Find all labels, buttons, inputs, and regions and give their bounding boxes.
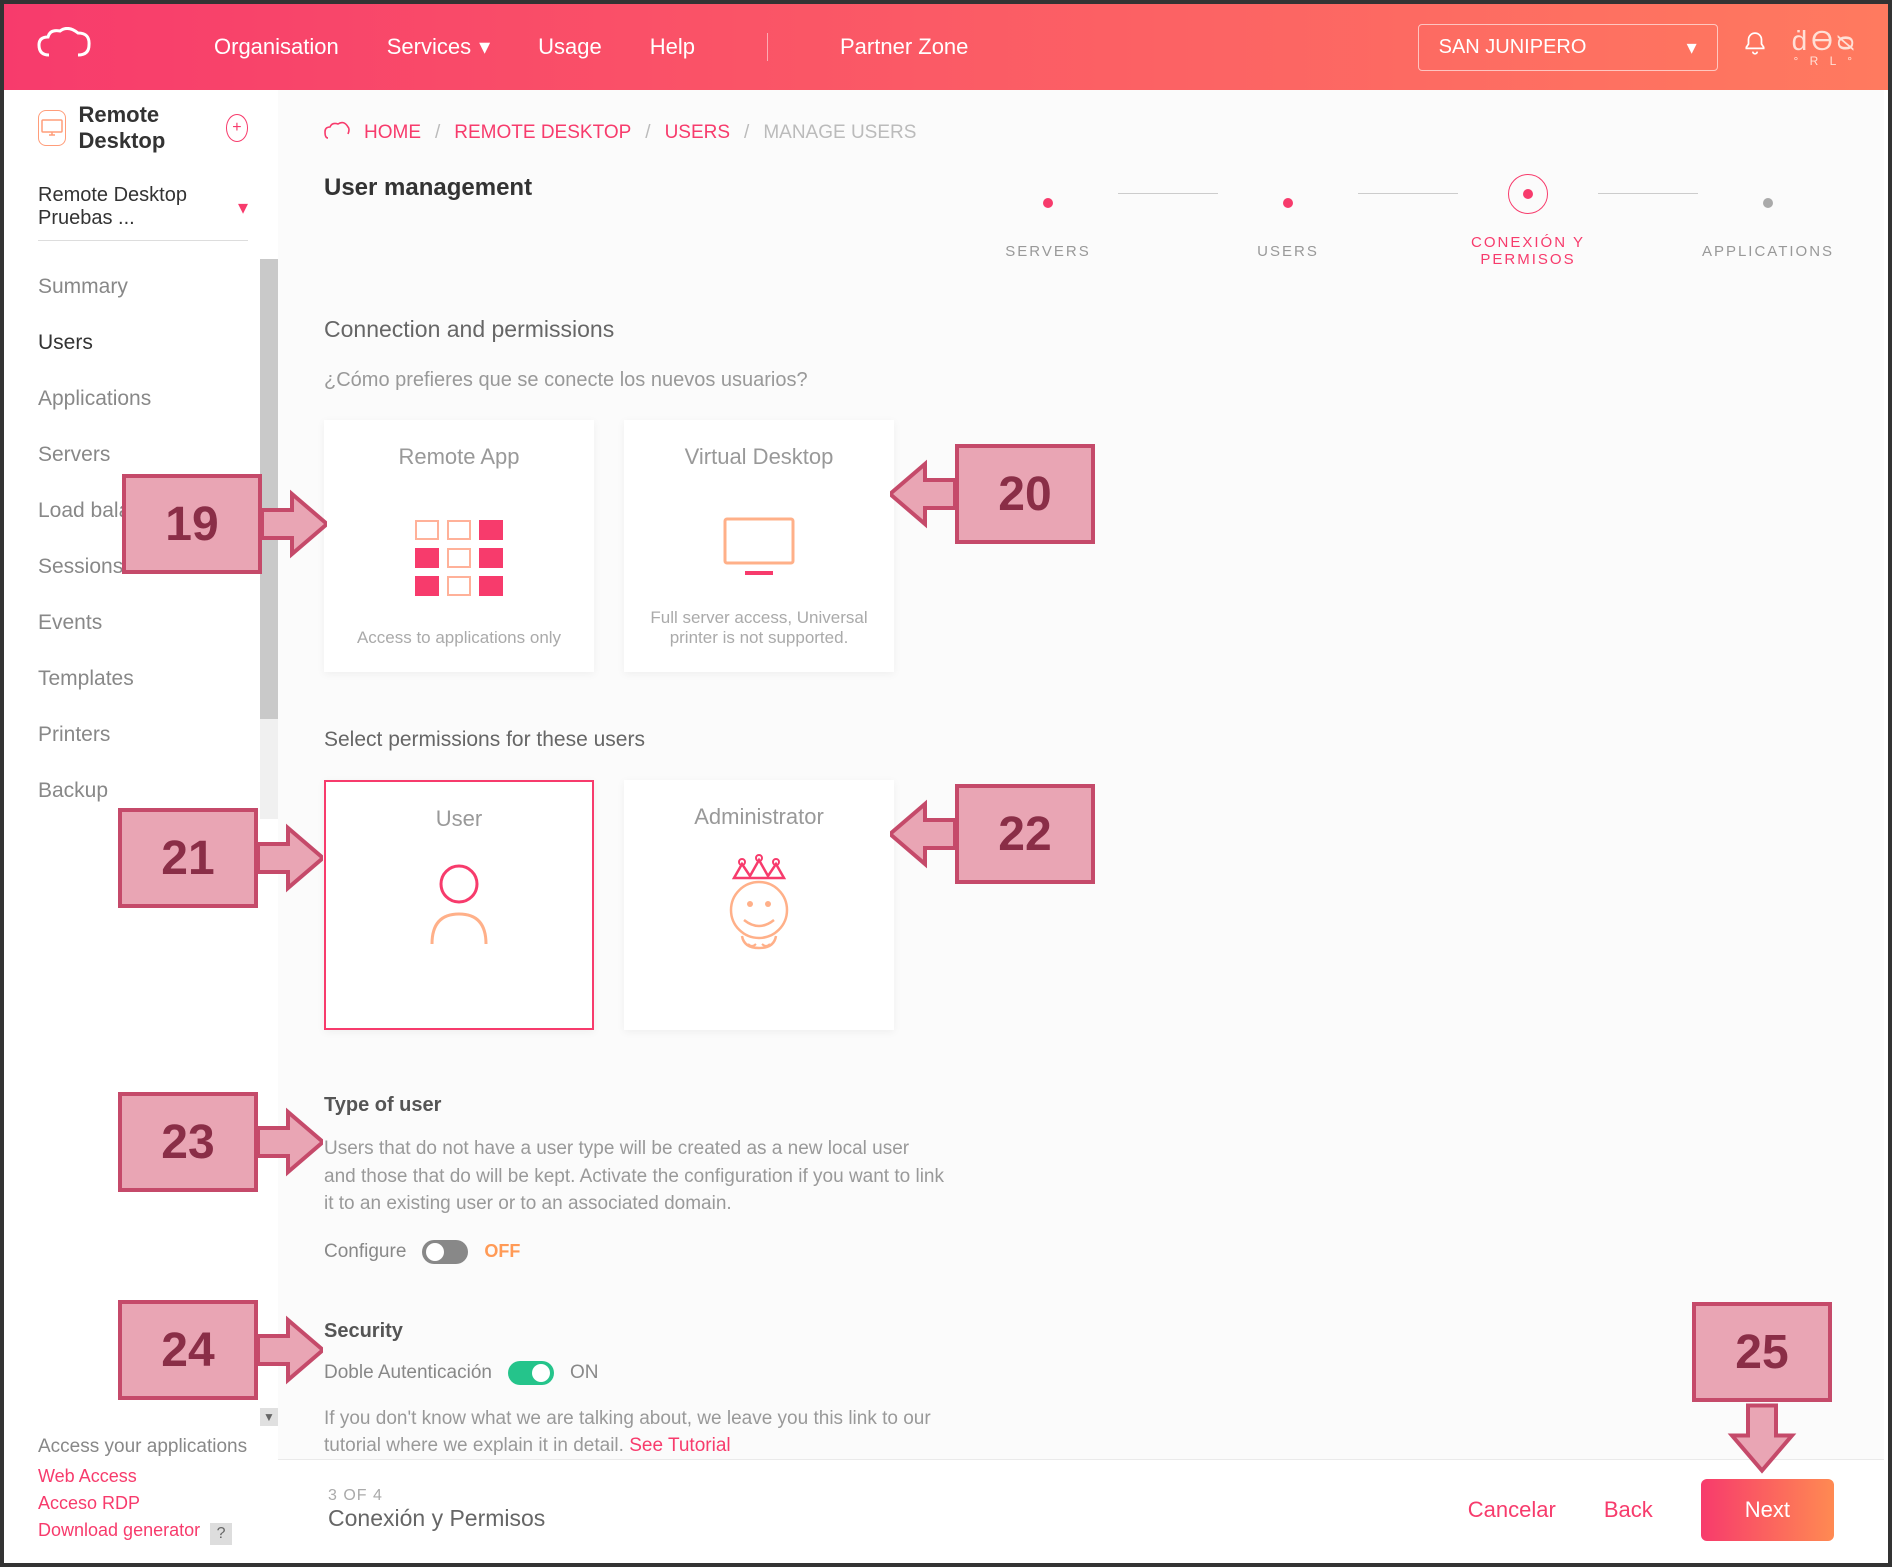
- step-servers: SERVERS: [1005, 243, 1090, 260]
- main-content: HOME / REMOTE DESKTOP / USERS / MANAGE U…: [278, 90, 1884, 1459]
- monitor-icon: [719, 488, 799, 608]
- admin-king-icon: [714, 854, 804, 954]
- user-permission-card[interactable]: User: [324, 780, 594, 1030]
- breadcrumb: HOME / REMOTE DESKTOP / USERS / MANAGE U…: [324, 120, 1838, 146]
- user-perm-title: User: [436, 806, 482, 832]
- remote-app-desc: Access to applications only: [357, 628, 561, 648]
- rdp-access-link[interactable]: Acceso RDP: [38, 1493, 258, 1514]
- configure-label: Configure: [324, 1241, 406, 1263]
- home-icon: [324, 120, 350, 146]
- desktop-icon: [41, 119, 63, 137]
- product-title: Remote Desktop: [78, 102, 213, 154]
- secondary-logo: ḋƟᴓ° R L °: [1792, 27, 1858, 67]
- scroll-down-arrow[interactable]: ▼: [260, 1408, 278, 1426]
- nav-help[interactable]: Help: [650, 34, 695, 60]
- toggle-on-label: ON: [570, 1362, 599, 1384]
- web-access-link[interactable]: Web Access: [38, 1466, 258, 1487]
- wizard-footer: 3 OF 4 Conexión y Permisos Cancelar Back…: [278, 1459, 1884, 1559]
- annotation-19: 19: [122, 474, 327, 574]
- remote-app-title: Remote App: [398, 444, 519, 470]
- breadcrumb-users[interactable]: USERS: [665, 122, 730, 144]
- access-links: Access your applications Web Access Acce…: [38, 1436, 258, 1547]
- annotation-20: 20: [890, 444, 1095, 544]
- type-of-user-title: Type of user: [324, 1094, 944, 1117]
- virtual-desktop-card[interactable]: Virtual Desktop Full server access, Univ…: [624, 420, 894, 672]
- virtual-desktop-title: Virtual Desktop: [685, 444, 834, 470]
- type-of-user-desc: Users that do not have a user type will …: [324, 1135, 944, 1218]
- cloud-logo-icon: [34, 27, 94, 63]
- connection-question: ¿Cómo prefieres que se conecte los nuevo…: [324, 369, 1838, 392]
- footer-step-name: Conexión y Permisos: [328, 1505, 545, 1532]
- remote-app-card[interactable]: Remote App Access to applications only: [324, 420, 594, 672]
- download-generator-link[interactable]: Download generator: [38, 1520, 200, 1541]
- nav-partner-zone[interactable]: Partner Zone: [840, 34, 968, 60]
- sidebar-item-printers[interactable]: Printers: [8, 707, 278, 763]
- chevron-down-icon: ▾: [1687, 35, 1697, 60]
- step-applications: APPLICATIONS: [1702, 243, 1834, 260]
- twofa-label: Doble Autenticación: [324, 1362, 492, 1384]
- org-selector[interactable]: SAN JUNIPERO ▾: [1418, 24, 1718, 71]
- sidebar-item-events[interactable]: Events: [8, 595, 278, 651]
- chevron-down-icon: ▾: [479, 34, 490, 60]
- see-tutorial-link[interactable]: See Tutorial: [629, 1435, 730, 1456]
- footer-step-counter: 3 OF 4: [328, 1487, 545, 1505]
- annotation-23: 23: [118, 1092, 323, 1192]
- sidebar-item-users[interactable]: Users: [8, 315, 278, 371]
- project-selector[interactable]: Remote Desktop Pruebas ... ▾: [8, 166, 278, 240]
- toggle-off-label: OFF: [484, 1241, 520, 1262]
- admin-permission-card[interactable]: Administrator: [624, 780, 894, 1030]
- page-title: User management: [324, 174, 532, 202]
- user-icon: [424, 856, 494, 946]
- annotation-22: 22: [890, 784, 1095, 884]
- back-button[interactable]: Back: [1604, 1497, 1653, 1523]
- annotation-24: 24: [118, 1300, 323, 1400]
- cancel-button[interactable]: Cancelar: [1468, 1497, 1556, 1523]
- nav-organisation[interactable]: Organisation: [214, 34, 339, 60]
- permissions-heading: Select permissions for these users: [324, 728, 1838, 752]
- step-conexion: CONEXIÓN Y PERMISOS: [1458, 234, 1598, 268]
- nav-usage[interactable]: Usage: [538, 34, 602, 60]
- sidebar-item-templates[interactable]: Templates: [8, 651, 278, 707]
- step-users: USERS: [1257, 243, 1319, 260]
- annotation-25: 25: [1692, 1302, 1832, 1467]
- sidebar-item-summary[interactable]: Summary: [8, 259, 278, 315]
- divider: [38, 240, 248, 241]
- nav-services[interactable]: Services ▾: [387, 34, 490, 60]
- breadcrumb-remote-desktop[interactable]: REMOTE DESKTOP: [454, 122, 631, 144]
- access-title: Access your applications: [38, 1436, 258, 1458]
- breadcrumb-current: MANAGE USERS: [763, 122, 916, 144]
- next-button[interactable]: Next: [1701, 1479, 1834, 1541]
- admin-perm-title: Administrator: [694, 804, 824, 830]
- wizard-stepper: SERVERS USERS CONEXIÓN Y PERMISOS APPLIC…: [978, 174, 1838, 268]
- twofa-toggle[interactable]: [508, 1361, 554, 1385]
- product-icon: [38, 110, 66, 146]
- nav-divider: [767, 33, 768, 61]
- brand-logo: [34, 27, 94, 68]
- apps-grid-icon: [415, 488, 503, 628]
- security-title: Security: [324, 1320, 944, 1343]
- help-icon[interactable]: ?: [210, 1523, 232, 1545]
- top-navbar: Organisation Services ▾ Usage Help Partn…: [4, 4, 1888, 90]
- sidebar-item-applications[interactable]: Applications: [8, 371, 278, 427]
- notifications-bell-icon[interactable]: [1742, 31, 1768, 64]
- chevron-down-icon: ▾: [238, 195, 248, 220]
- security-desc: If you don't know what we are talking ab…: [324, 1408, 931, 1457]
- add-button[interactable]: +: [226, 114, 248, 142]
- virtual-desktop-desc: Full server access, Universal printer is…: [644, 608, 874, 648]
- configure-toggle[interactable]: [422, 1240, 468, 1264]
- annotation-21: 21: [118, 808, 323, 908]
- connection-heading: Connection and permissions: [324, 316, 1838, 343]
- breadcrumb-home[interactable]: HOME: [364, 122, 421, 144]
